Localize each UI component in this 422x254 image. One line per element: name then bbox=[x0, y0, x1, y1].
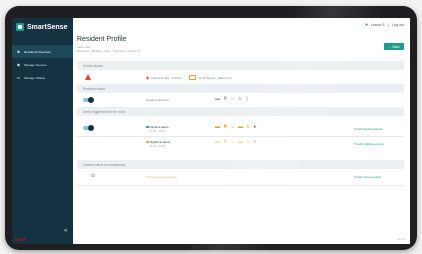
resident-status-toggle[interactable] bbox=[83, 97, 94, 103]
status-row: Resident detected ▬ ♜ ♨ ♿ ▯ bbox=[77, 93, 404, 107]
alarm-name: Nighttime alerts bbox=[149, 140, 171, 144]
sidebar-item-label: Manage Tablets bbox=[24, 75, 46, 80]
link-label: Edit daytime alerts bbox=[357, 127, 383, 131]
edit-daytime-alerts-link[interactable]: ✎ Edit daytime alerts bbox=[354, 127, 382, 131]
alarm-icon[interactable]: ♦ bbox=[253, 139, 256, 145]
sidebar-item-label: Manage Sensors bbox=[24, 62, 47, 67]
bed-icon[interactable]: ▬ bbox=[238, 139, 243, 145]
app-name: SmartSense bbox=[27, 23, 68, 31]
sidebar-item-residents-overview[interactable]: ☻ Residents Overview bbox=[12, 45, 73, 58]
alarm-time: 07:00 – 21:00 bbox=[149, 130, 165, 133]
issue-sensor-label: Critical Sensor · Inactive bbox=[151, 75, 182, 80]
bed-icon[interactable]: ▬ bbox=[238, 124, 243, 130]
sidebar-item-manage-sensors[interactable]: ◉ Manage Sensors bbox=[12, 58, 73, 71]
divider bbox=[77, 185, 404, 186]
divider bbox=[77, 136, 404, 137]
link-label: Edit camera alerts bbox=[357, 175, 382, 179]
link-label: Edit nighttime alerts bbox=[357, 142, 384, 146]
user-name[interactable]: Ursula S. bbox=[371, 23, 385, 27]
app-screen: SmartSense ☻ Residents Overview ◉ Manage… bbox=[12, 18, 410, 244]
section-header-camera: Camera views on smartphone bbox=[77, 160, 404, 169]
edit-camera-alerts-link[interactable]: ✎ Edit camera alerts bbox=[354, 175, 382, 179]
camera-row: ⊙ Resident camera module ✎ Edit camera a… bbox=[77, 169, 404, 185]
daytime-alert-icons: ▬ ♜ ♨ ▬ ♿ ♦ bbox=[215, 124, 256, 130]
warning-icon bbox=[85, 74, 91, 80]
sidebar-nav: ☻ Residents Overview ◉ Manage Sensors ▭ … bbox=[12, 45, 73, 84]
tablet-icon: ▭ bbox=[16, 75, 21, 80]
walk-icon: ♿ bbox=[237, 96, 243, 102]
alarm-time: 21:00 – 07:00 bbox=[149, 145, 165, 148]
status-icons: ▬ ♜ ♨ ♿ ▯ bbox=[215, 96, 248, 102]
nighttime-alarm: Nighttime alerts 21:00 – 07:00 bbox=[146, 140, 170, 148]
toilet-icon[interactable]: ♨ bbox=[230, 139, 234, 145]
alerts-toggle[interactable] bbox=[83, 125, 94, 131]
bed-exit-icon[interactable]: ▬ bbox=[215, 124, 220, 130]
app-version: v3.0.1 bbox=[396, 237, 405, 241]
logout-link[interactable]: Log out bbox=[392, 23, 404, 27]
section-header-triggers: Alerts triggered from the room bbox=[77, 107, 404, 116]
sensor-icon: ◉ bbox=[16, 62, 21, 67]
chair-icon: ♜ bbox=[223, 96, 228, 102]
chair-exit-icon[interactable]: ♜ bbox=[223, 139, 227, 145]
sidebar-item-label: Residents Overview bbox=[24, 49, 51, 54]
alarm-icon[interactable]: ♦ bbox=[253, 124, 256, 130]
section-header-issues: Unlock Issues bbox=[77, 61, 404, 70]
sidebar-item-manage-tablets[interactable]: ▭ Manage Tablets bbox=[12, 71, 73, 84]
section-header-status: Resident status bbox=[77, 84, 404, 93]
alerts-block: Daytime alerts 07:00 – 21:00 ▬ ♜ ♨ ▬ ♿ ♦… bbox=[77, 116, 404, 160]
footer-logo: BOXY bbox=[15, 237, 27, 242]
issue-battery-label: Circuit Sensor · Battery low bbox=[198, 75, 232, 80]
divider: | bbox=[388, 23, 390, 27]
issues-row: ◆ Critical Sensor · Inactive Circuit Sen… bbox=[77, 70, 404, 84]
fall-icon[interactable]: ♿ bbox=[246, 124, 250, 130]
issue-battery: Circuit Sensor · Battery low bbox=[189, 75, 232, 80]
nighttime-alert-icons: ▬ ♜ ♨ ▬ ♿ ♦ bbox=[215, 139, 256, 145]
nighttime-dot-icon bbox=[146, 140, 149, 144]
smartsense-logo-icon bbox=[16, 23, 24, 31]
breadcrumb[interactable]: Residents · Building · Floor · Flat Room… bbox=[77, 49, 404, 53]
sensor-alert-icon: ◆ bbox=[146, 75, 150, 80]
fall-icon[interactable]: ♿ bbox=[246, 139, 250, 145]
daytime-dot-icon bbox=[146, 125, 149, 129]
collapse-sidebar-button[interactable]: « bbox=[64, 228, 67, 234]
sidebar: SmartSense ☻ Residents Overview ◉ Manage… bbox=[12, 18, 73, 244]
user-icon: ● bbox=[364, 22, 368, 28]
page-title: Resident Profile bbox=[77, 36, 127, 43]
toilet-icon[interactable]: ♨ bbox=[230, 124, 234, 130]
alarm-name: Daytime alerts bbox=[149, 125, 169, 129]
bed-icon: ▬ bbox=[215, 96, 220, 102]
brand: SmartSense bbox=[16, 21, 67, 33]
battery-icon bbox=[189, 75, 196, 80]
bed-exit-icon[interactable]: ▬ bbox=[215, 139, 220, 145]
edit-nighttime-alerts-link[interactable]: ✎ Edit nighttime alerts bbox=[354, 142, 384, 146]
topbar: ● Ursula S. | Log out bbox=[73, 18, 410, 32]
issue-sensor: ◆ Critical Sensor · Inactive bbox=[146, 75, 181, 80]
camera-icon: ⊙ bbox=[91, 173, 96, 179]
tablet-frame: SmartSense ☻ Residents Overview ◉ Manage… bbox=[5, 6, 417, 250]
people-icon: ☻ bbox=[16, 49, 21, 54]
chair-exit-icon[interactable]: ♜ bbox=[223, 124, 227, 130]
back-button[interactable]: ← Back bbox=[384, 43, 404, 50]
toilet-icon: ♨ bbox=[230, 96, 235, 102]
door-icon: ▯ bbox=[245, 96, 249, 102]
camera-module-label: Resident camera module bbox=[146, 175, 178, 179]
daytime-alarm: Daytime alerts 07:00 – 21:00 bbox=[146, 125, 169, 133]
status-label: Resident detected bbox=[146, 98, 169, 102]
main-content: Resident Profile Irene Hart Residents · … bbox=[77, 34, 404, 186]
